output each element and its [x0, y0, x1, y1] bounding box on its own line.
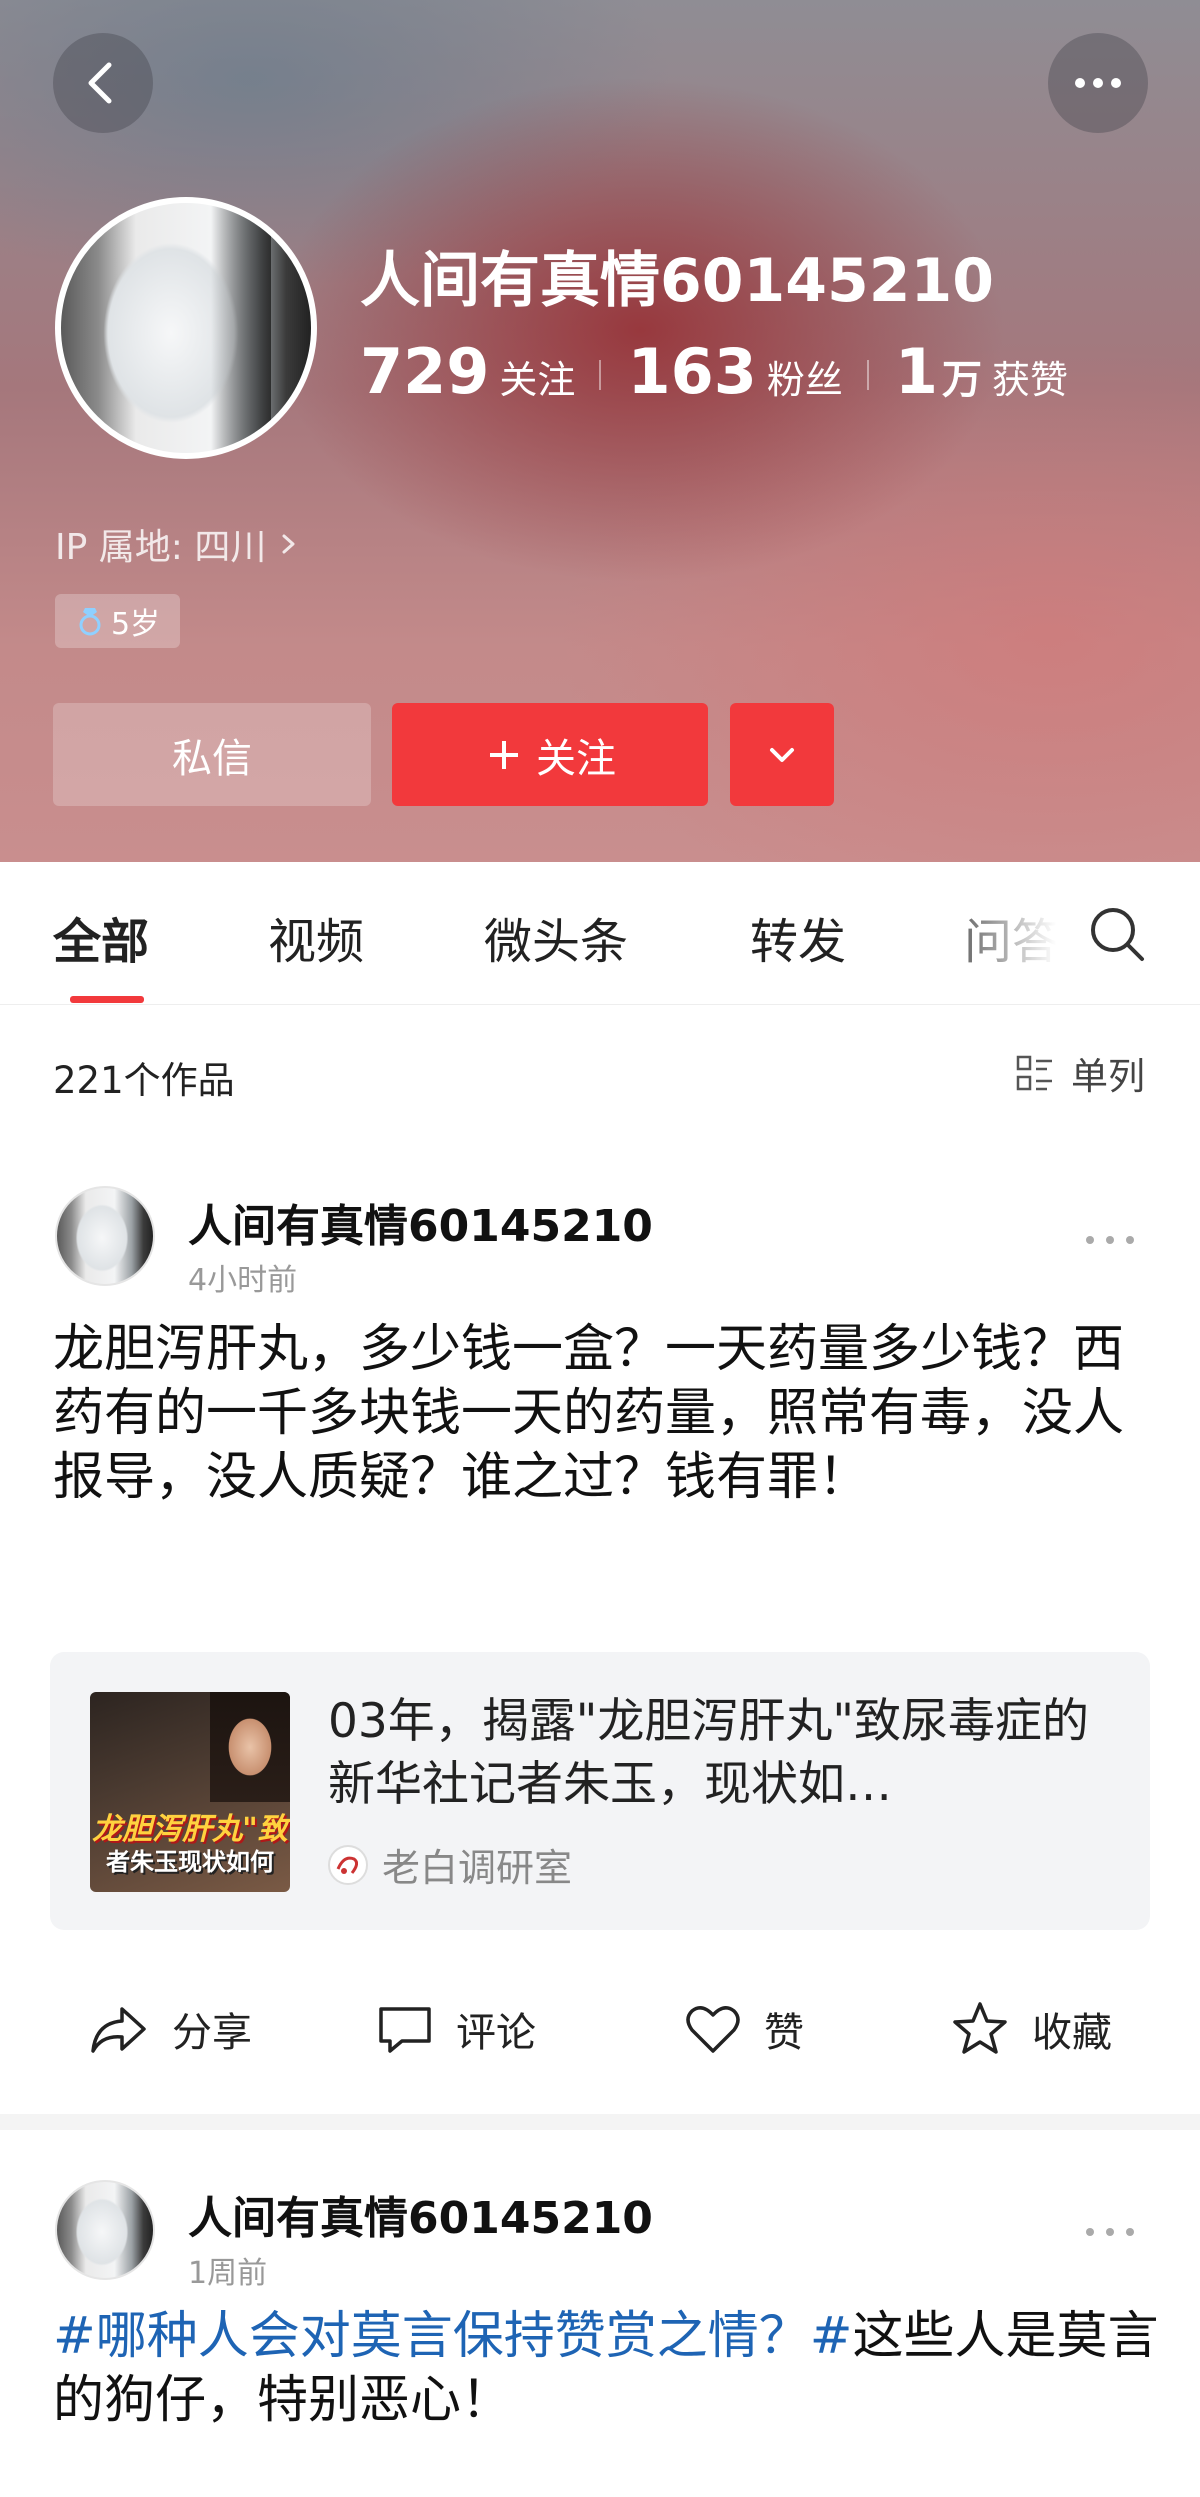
post-hashtag-link[interactable]: #哪种人会对莫言保持赞赏之情？#: [53, 2307, 852, 2366]
comment-label: 评论: [456, 2010, 536, 2056]
ip-location[interactable]: IP 属地: 四川: [55, 518, 304, 570]
star-icon: [953, 2002, 1007, 2054]
ring-icon: [79, 608, 101, 636]
source-logo-icon: [328, 1844, 368, 1885]
ip-location-text: IP 属地: 四川: [55, 527, 267, 568]
followers-label[interactable]: 粉丝: [767, 349, 843, 404]
chevron-left-icon: [88, 62, 112, 104]
more-dots-icon: [1086, 2228, 1134, 2236]
profile-avatar[interactable]: [55, 197, 317, 459]
share-icon: [91, 2007, 146, 2053]
view-mode-label: 单列: [1071, 1055, 1145, 1098]
follow-options-button[interactable]: [730, 703, 834, 806]
back-button[interactable]: [53, 33, 153, 133]
post-author-name[interactable]: 人间有真情60145210: [188, 2182, 653, 2246]
tab-fade-overlay: [960, 862, 1080, 1002]
follow-button[interactable]: 关注: [392, 703, 708, 806]
follow-button-label: 关注: [536, 735, 616, 782]
message-button-label: 私信: [172, 735, 252, 782]
view-mode-toggle[interactable]: 单列: [1015, 1046, 1145, 1100]
search-icon: [1091, 908, 1144, 961]
linked-article-card[interactable]: 龙胆泻肝丸"致 者朱玉现状如何 03年，揭露"龙胆泻肝丸"致尿毒症的新华社记者朱…: [50, 1652, 1150, 1930]
following-label[interactable]: 关注: [499, 349, 575, 404]
favorite-label: 收藏: [1032, 2010, 1112, 2056]
post-body-text[interactable]: #哪种人会对莫言保持赞赏之情？#这些人是莫言的狗仔，特别恶心！: [53, 2305, 1163, 2433]
post-more-button[interactable]: [1080, 1230, 1140, 1250]
comment-button[interactable]: 评论: [376, 2000, 536, 2058]
heart-icon: [686, 2006, 740, 2053]
post-author-avatar[interactable]: [55, 1186, 155, 1286]
likes-count: 1: [894, 335, 939, 408]
post-author-name[interactable]: 人间有真情60145210: [188, 1190, 653, 1254]
likes-unit: 万: [942, 357, 983, 403]
account-age-badge: 5岁: [55, 594, 180, 648]
tab-video[interactable]: 视频: [268, 902, 364, 972]
like-label: 赞: [764, 2010, 804, 2056]
message-button[interactable]: 私信: [53, 703, 371, 806]
post-time: 4小时前: [188, 1263, 298, 1298]
more-options-button[interactable]: [1048, 33, 1148, 133]
article-thumbnail: 龙胆泻肝丸"致 者朱玉现状如何: [90, 1692, 290, 1892]
tab-all[interactable]: 全部: [53, 902, 149, 972]
post-body-text[interactable]: 龙胆泻肝丸，多少钱一盒？一天药量多少钱？西药有的一千多块钱一天的药量，照常有毒，…: [53, 1318, 1163, 1510]
likes-label: 获赞: [992, 358, 1069, 402]
search-button[interactable]: [1085, 902, 1149, 966]
post-divider: [0, 2114, 1200, 2130]
article-source: 老白调研室: [328, 1837, 572, 1892]
like-button[interactable]: 赞: [684, 2000, 804, 2058]
comment-icon: [379, 2007, 431, 2053]
active-tab-indicator: [70, 996, 144, 1003]
account-age-text: 5岁: [110, 607, 161, 642]
post-time: 1周前: [188, 2256, 268, 2291]
more-dots-icon: [1086, 1236, 1134, 1244]
thumbnail-caption-line2: 者朱玉现状如何: [106, 1848, 274, 1876]
article-source-name: 老白调研室: [382, 1846, 573, 1890]
stat-divider: [866, 360, 869, 390]
article-title: 03年，揭露"龙胆泻肝丸"致尿毒症的新华社记者朱玉，现状如…: [328, 1694, 1090, 1812]
followers-count[interactable]: 163: [627, 335, 756, 408]
stat-divider: [599, 360, 602, 390]
chevron-right-icon: [282, 534, 295, 554]
profile-stats: 729 关注 163 粉丝 1 万 获赞: [360, 335, 1092, 415]
share-label: 分享: [172, 2010, 252, 2056]
plus-icon: [490, 740, 518, 769]
chevron-down-icon: [770, 747, 794, 762]
profile-header: 人间有真情60145210 729 关注 163 粉丝 1 万 获赞 IP 属地…: [0, 0, 1200, 862]
works-count: 221个作品: [53, 1059, 235, 1102]
more-dots-icon: [1075, 78, 1121, 88]
post-action-bar: 分享 评论 赞 收藏: [0, 1972, 1200, 2092]
post-more-button[interactable]: [1080, 2222, 1140, 2242]
following-count[interactable]: 729: [360, 335, 489, 408]
share-button[interactable]: 分享: [88, 2000, 252, 2058]
tab-micro-headlines[interactable]: 微头条: [484, 902, 628, 972]
post-author-avatar[interactable]: [55, 2180, 155, 2280]
favorite-button[interactable]: 收藏: [950, 2000, 1112, 2058]
tab-reposts[interactable]: 转发: [750, 902, 846, 972]
list-view-icon: [1016, 1055, 1052, 1091]
profile-username: 人间有真情60145210: [360, 246, 994, 316]
